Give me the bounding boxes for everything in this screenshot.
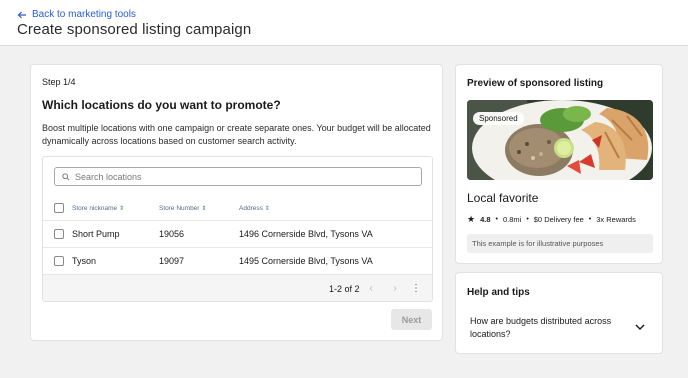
section-heading: Which locations do you want to promote? [42,98,281,112]
help-card: Help and tips How are budgets distribute… [455,272,663,354]
chevron-right-icon[interactable]: › [390,283,400,295]
food-image: Sponsored [467,100,653,180]
chevron-left-icon[interactable]: ‹ [366,283,376,295]
separator-dot: • [588,216,592,223]
row-checkbox[interactable] [54,256,64,266]
column-header-store-number[interactable]: Store Number ⇕ [159,205,207,212]
star-icon: ★ [467,214,476,224]
next-button[interactable]: Next [391,309,432,330]
location-selection-card: Step 1/4 Which locations do you want to … [30,64,443,341]
top-bar: Back to marketing tools Create sponsored… [0,0,688,46]
store-number: 19056 [159,229,185,239]
locations-table: Store nickname⇕ Store Number⇕ Address⇕ S… [42,156,433,302]
more-options-icon[interactable]: ⋮ [411,283,421,295]
search-input[interactable] [75,171,415,182]
preview-title: Preview of sponsored listing [467,78,604,89]
sponsored-badge: Sponsored [473,112,524,125]
rewards: 3x Rewards [596,215,636,224]
back-link-label[interactable]: Back to marketing tools [32,9,136,20]
back-link[interactable]: Back to marketing tools [17,9,136,20]
table-row[interactable]: Short Pump 19056 1496 Cornerside Blvd, T… [43,221,432,248]
distance: 0.8mi [502,215,522,224]
column-header-address[interactable]: Address ⇕ [239,205,270,212]
store-number: 19097 [159,256,185,266]
step-indicator: Step 1/4 [42,77,76,87]
table-header: Store nickname ⇕ Store Number ⇕ Address ⇕ [43,196,432,221]
rating: 4.8 [480,215,491,224]
separator-dot: • [526,216,529,223]
select-all-checkbox[interactable] [54,203,64,213]
sort-icon: ⇕ [119,205,125,212]
preview-card: Preview of sponsored listing Sponsored L… [455,64,663,264]
delivery-fee: $0 Delivery fee [533,215,584,224]
chevron-down-icon[interactable] [634,321,646,333]
page-title: Create sponsored listing campaign [17,21,252,38]
column-header-nickname[interactable]: Store nickname ⇕ [72,205,124,212]
table-row[interactable]: Tyson 19097 1495 Cornerside Blvd, Tysons… [43,248,432,275]
store-nickname: Short Pump [72,229,120,239]
store-address: 1495 Cornerside Blvd, Tysons VA [239,256,373,266]
section-description: Boost multiple locations with one campai… [42,123,431,146]
listing-meta: ★ 4.8 • 0.8mi • $0 Delivery fee • 3x Rew… [467,214,636,225]
search-icon [62,172,70,181]
row-checkbox[interactable] [54,229,64,239]
faq-question[interactable]: How are budgets distributed across locat… [470,315,650,341]
table-footer: 1-2 of 2 ‹ › ⋮ [43,275,432,301]
store-address: 1496 Cornerside Blvd, Tysons VA [239,229,373,239]
help-title: Help and tips [467,287,530,298]
arrow-left-icon [17,11,26,18]
pagination-label: 1-2 of 2 [329,283,360,294]
illustrative-note: This example is for illustrative purpose… [467,234,653,253]
listing-name: Local favorite [467,191,539,205]
sort-icon: ⇕ [201,205,207,212]
sort-icon: ⇕ [264,205,270,212]
search-field[interactable] [54,167,422,186]
store-nickname: Tyson [72,256,97,266]
separator-dot: • [495,216,498,223]
